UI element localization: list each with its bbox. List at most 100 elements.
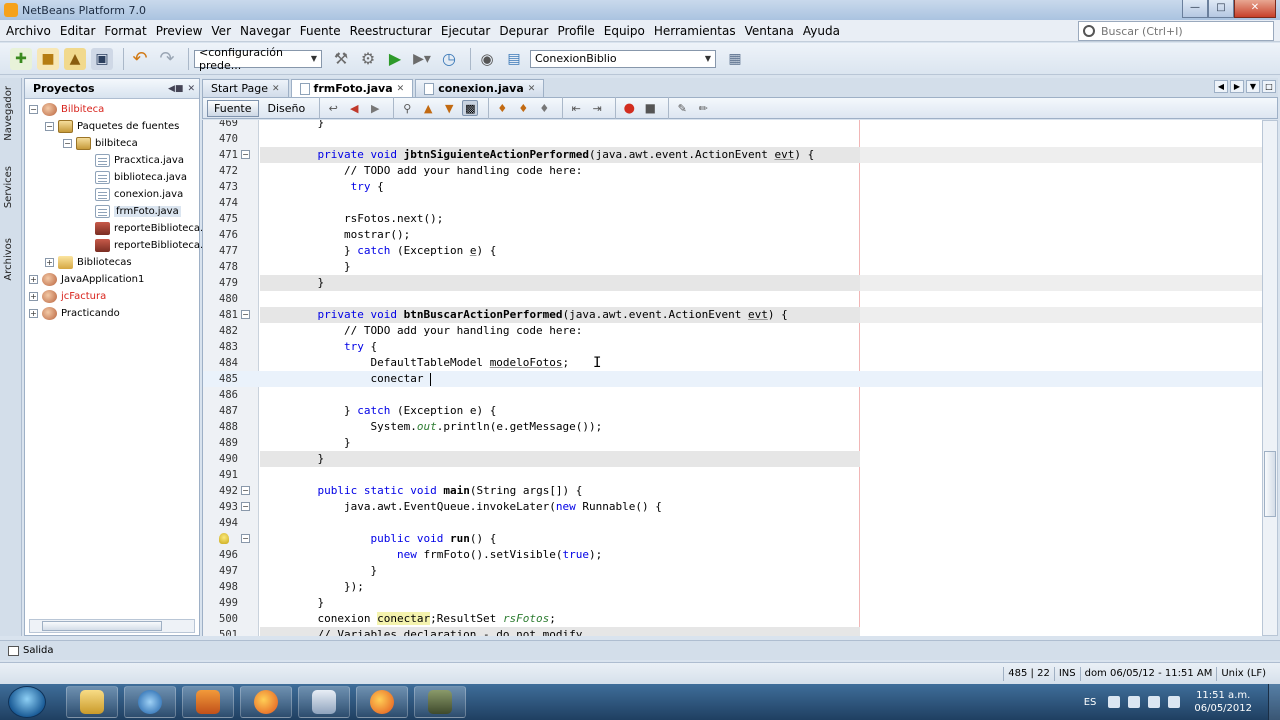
tab-list-icon[interactable]: ▼ — [1246, 80, 1260, 93]
vertical-scrollbar[interactable] — [1262, 120, 1278, 636]
build-hammer-icon[interactable]: ⚒ — [330, 48, 352, 70]
menu-depurar[interactable]: Depurar — [493, 24, 551, 38]
menu-ejecutar[interactable]: Ejecutar — [435, 24, 494, 38]
menu-preview[interactable]: Preview — [150, 24, 206, 38]
network-icon[interactable] — [1128, 696, 1141, 708]
tree-item[interactable]: + JavaApplication1 — [29, 271, 144, 288]
close-panel-icon[interactable]: ✕ — [187, 84, 195, 94]
open-project-icon[interactable]: ▲ — [64, 47, 86, 70]
tree-item[interactable]: − Paquetes de fuentes — [45, 118, 179, 135]
side-tab-services[interactable]: Services — [3, 166, 14, 208]
design-view-button[interactable]: Diseño — [261, 100, 313, 117]
comment-icon[interactable]: ✎ — [674, 100, 690, 116]
override-hint-icon[interactable] — [219, 533, 229, 544]
maximize-editor-icon[interactable]: □ — [1262, 80, 1276, 93]
project-select[interactable]: ConexionBiblio ▼ — [530, 49, 716, 68]
start-macro-icon[interactable]: ● — [621, 100, 637, 116]
tree-item[interactable]: frmFoto.java — [95, 203, 181, 220]
uncomment-icon[interactable]: ✏ — [695, 100, 711, 116]
redo-icon[interactable]: ↷ — [156, 48, 178, 70]
camera-icon[interactable]: ◉ — [476, 48, 498, 70]
taskbar-media[interactable] — [182, 686, 234, 718]
output-bar[interactable]: Salida — [0, 640, 1280, 660]
collapse-icon[interactable]: − — [63, 139, 72, 148]
menu-ventana[interactable]: Ventana — [739, 24, 797, 38]
side-tab-archivos[interactable]: Archivos — [3, 238, 14, 281]
tree-item[interactable]: reporteBiblioteca. — [95, 220, 203, 237]
fold-icon[interactable]: − — [241, 534, 250, 543]
tree-item[interactable]: Pracxtica.java — [95, 152, 184, 169]
tab-start-page[interactable]: Start Page ✕ — [202, 79, 289, 97]
menu-editar[interactable]: Editar — [54, 24, 99, 38]
source-view-button[interactable]: Fuente — [207, 99, 259, 117]
next-bookmark-icon[interactable]: ♦ — [515, 100, 531, 116]
fold-icon[interactable]: − — [241, 150, 250, 159]
forward-icon[interactable]: ▶ — [367, 100, 383, 116]
menu-fuente[interactable]: Fuente — [294, 24, 344, 38]
previous-bookmark-icon[interactable]: ♦ — [494, 100, 510, 116]
maximize-button[interactable]: □ — [1208, 0, 1234, 18]
side-tab-navegador[interactable]: Navegador — [3, 86, 14, 141]
output-label[interactable]: Salida — [23, 645, 54, 656]
tree-item[interactable]: + Bibliotecas — [45, 254, 132, 271]
tree-item[interactable]: + Practicando — [29, 305, 120, 322]
power-icon[interactable] — [1148, 696, 1161, 708]
tab-conexion[interactable]: conexion.java ✕ — [415, 79, 545, 97]
fold-icon[interactable]: − — [241, 310, 250, 319]
minimize-button[interactable]: — — [1182, 0, 1208, 18]
horizontal-scrollbar[interactable] — [29, 619, 195, 633]
back-icon[interactable]: ◀ — [346, 100, 362, 116]
clean-build-icon[interactable]: ⚙ — [357, 48, 379, 70]
stop-macro-icon[interactable]: ■ — [642, 100, 658, 116]
tree-item[interactable]: conexion.java — [95, 186, 183, 203]
fold-icon[interactable]: − — [241, 486, 250, 495]
scrollbar-thumb[interactable] — [1264, 451, 1276, 517]
taskbar-explorer[interactable] — [66, 686, 118, 718]
find-icon[interactable]: ⚲ — [399, 100, 415, 116]
collapse-icon[interactable]: − — [29, 105, 38, 114]
taskbar-firefox-2[interactable] — [356, 686, 408, 718]
taskbar-firefox[interactable] — [240, 686, 292, 718]
language-indicator[interactable]: ES — [1084, 697, 1097, 708]
debug-icon[interactable]: ▶▾ — [411, 48, 433, 70]
taskbar-ie[interactable] — [124, 686, 176, 718]
expand-icon[interactable]: + — [29, 292, 38, 301]
clock[interactable]: 11:51 a.m. 06/05/2012 — [1194, 689, 1252, 715]
last-edit-icon[interactable]: ↩ — [325, 100, 341, 116]
close-tab-icon[interactable]: ✕ — [528, 84, 536, 94]
find-next-icon[interactable]: ▼ — [441, 100, 457, 116]
tree-item[interactable]: + jcFactura — [29, 288, 106, 305]
window-icon[interactable]: ▤ — [503, 48, 525, 70]
shift-left-icon[interactable]: ⇤ — [568, 100, 584, 116]
start-button[interactable] — [8, 686, 46, 718]
menu-profile[interactable]: Profile — [551, 24, 597, 38]
toggle-highlight-icon[interactable]: ▩ — [462, 100, 479, 116]
expand-icon[interactable]: + — [29, 309, 38, 318]
profile-icon[interactable]: ◷ — [438, 48, 460, 70]
tree-item[interactable]: − Bilbiteca — [29, 101, 104, 118]
new-file-icon[interactable]: ✚ — [10, 47, 32, 70]
expand-icon[interactable]: + — [29, 275, 38, 284]
taskbar-virtualbox[interactable] — [298, 686, 350, 718]
menu-reestructurar[interactable]: Reestructurar — [344, 24, 435, 38]
shift-right-icon[interactable]: ⇥ — [589, 100, 605, 116]
toggle-bookmark-icon[interactable]: ♦ — [536, 100, 552, 116]
fold-icon[interactable]: − — [241, 502, 250, 511]
tree-item[interactable]: − bilbiteca — [63, 135, 138, 152]
menu-navegar[interactable]: Navegar — [234, 24, 294, 38]
tree-item[interactable]: biblioteca.java — [95, 169, 187, 186]
find-previous-icon[interactable]: ▲ — [420, 100, 436, 116]
collapse-icon[interactable]: − — [45, 122, 54, 131]
menu-ayuda[interactable]: Ayuda — [797, 24, 843, 38]
tree-item[interactable]: reporteBiblioteca. — [95, 237, 203, 254]
undo-icon[interactable]: ↶ — [129, 48, 151, 70]
show-desktop-button[interactable] — [1268, 684, 1280, 720]
search-input[interactable] — [1101, 24, 1261, 38]
volume-icon[interactable] — [1168, 696, 1181, 708]
menu-equipo[interactable]: Equipo — [598, 24, 648, 38]
menu-archivo[interactable]: Archivo — [0, 24, 54, 38]
tab-frmfoto[interactable]: frmFoto.java ✕ — [290, 79, 414, 97]
save-all-icon[interactable]: ▣ — [91, 47, 113, 70]
menu-herramientas[interactable]: Herramientas — [648, 24, 739, 38]
scroll-tabs-left-icon[interactable]: ◀ — [1214, 80, 1228, 93]
